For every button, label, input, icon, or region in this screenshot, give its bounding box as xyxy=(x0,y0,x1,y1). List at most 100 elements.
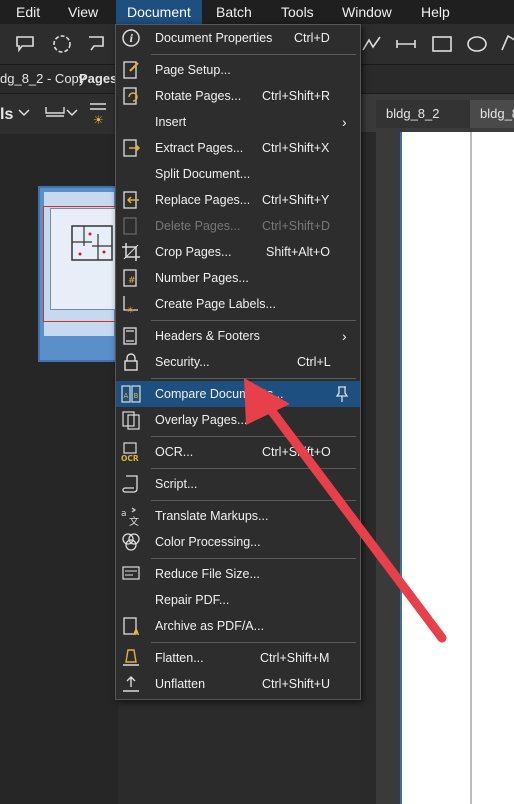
menu-batch[interactable]: Batch xyxy=(216,0,252,24)
callout2-tool-icon[interactable] xyxy=(86,32,110,56)
rectangle-tool-icon[interactable] xyxy=(430,32,454,56)
menu-separator xyxy=(151,436,356,437)
crop-icon xyxy=(122,243,140,261)
menu-separator xyxy=(151,642,356,643)
tab-bldg-8-2[interactable]: bldg_8_2 xyxy=(376,100,478,128)
menu-item-replace-pages[interactable]: Replace Pages... Ctrl+Shift+Y xyxy=(116,187,360,213)
menu-item-compare-documents[interactable]: AB Compare Documents... xyxy=(116,381,360,407)
page-thumbnail[interactable] xyxy=(38,186,120,362)
compare-icon: AB xyxy=(121,385,141,403)
callout-tool-icon[interactable] xyxy=(14,32,38,56)
polygon-tool-icon[interactable] xyxy=(498,32,514,56)
archive-pdfa-icon: A xyxy=(123,617,140,637)
reduce-size-icon xyxy=(122,566,140,580)
info-icon: i xyxy=(122,29,140,47)
menu-separator xyxy=(151,54,356,55)
menu-item-number-pages[interactable]: # Number Pages... xyxy=(116,265,360,291)
file-name: dg_8_2 - Copy xyxy=(0,71,86,86)
thumbnails-panel: ls ☀ xyxy=(0,94,120,804)
chevron-down-icon[interactable] xyxy=(18,108,30,118)
svg-text:B: B xyxy=(134,392,139,400)
number-pages-icon: # xyxy=(123,269,137,287)
menu-bar: Edit View Document Batch Tools Window He… xyxy=(0,0,514,24)
menu-item-delete-pages: Delete Pages... Ctrl+Shift+D xyxy=(116,213,360,239)
cloud-tool-icon[interactable] xyxy=(50,32,74,56)
delete-pages-icon xyxy=(123,217,137,235)
page-labels-icon: ☀ xyxy=(123,296,138,315)
menu-item-document-properties[interactable]: i Document Properties Ctrl+D xyxy=(116,25,360,51)
viewer-gutter xyxy=(360,132,376,804)
extract-pages-icon xyxy=(123,139,141,157)
thumbnail-options-icon[interactable]: ☀ xyxy=(88,100,108,126)
unflatten-icon xyxy=(123,676,139,692)
polyline-tool-icon[interactable] xyxy=(360,32,384,56)
menu-item-insert[interactable]: Insert › xyxy=(116,109,360,135)
page-edge xyxy=(400,132,402,804)
svg-text:☀: ☀ xyxy=(126,306,134,315)
page-setup-icon xyxy=(123,61,139,79)
lock-icon xyxy=(124,353,138,371)
svg-text:OCR: OCR xyxy=(121,454,139,463)
menu-document[interactable]: Document xyxy=(116,0,202,24)
svg-text:i: i xyxy=(130,34,134,45)
menu-separator xyxy=(151,500,356,501)
chevron-right-icon: › xyxy=(342,114,347,130)
pin-icon[interactable] xyxy=(335,385,349,403)
menu-separator xyxy=(151,378,356,379)
rotate-pages-icon xyxy=(123,87,138,105)
document-page[interactable] xyxy=(400,132,514,804)
menu-item-ocr[interactable]: OCR OCR... Ctrl+Shift+O xyxy=(116,439,360,465)
headers-footers-icon xyxy=(123,327,137,345)
floor-plan-drawing xyxy=(71,225,113,261)
svg-text:a: a xyxy=(121,509,127,519)
document-menu: i Document Properties Ctrl+D Page Setup.… xyxy=(115,24,361,700)
menu-item-crop-pages[interactable]: Crop Pages... Shift+Alt+O xyxy=(116,239,360,265)
overlay-icon xyxy=(122,411,140,430)
menu-view[interactable]: View xyxy=(68,0,98,24)
flatten-icon xyxy=(123,649,139,666)
panel-title: ls xyxy=(0,106,14,123)
document-viewer: bldg_8_2 bldg_8_ xyxy=(360,94,514,804)
page-split xyxy=(470,132,472,804)
menu-separator xyxy=(151,558,356,559)
ellipse-tool-icon[interactable] xyxy=(465,32,489,56)
menu-item-archive-pdfa[interactable]: A Archive as PDF/A... xyxy=(116,613,360,639)
replace-pages-icon xyxy=(123,191,139,209)
script-icon xyxy=(122,475,138,493)
chevron-down-icon[interactable] xyxy=(66,108,78,118)
menu-item-unflatten[interactable]: Unflatten Ctrl+Shift+U xyxy=(116,671,360,697)
svg-text:#: # xyxy=(128,276,136,286)
translate-icon: a文 xyxy=(121,507,139,527)
menu-item-headers-footers[interactable]: Headers & Footers › xyxy=(116,323,360,349)
menu-item-translate-markups[interactable]: a文 Translate Markups... xyxy=(116,503,360,529)
thumbnail-size-icon[interactable] xyxy=(44,104,66,120)
menu-window[interactable]: Window xyxy=(342,0,392,24)
dimension-tool-icon[interactable] xyxy=(394,32,418,56)
svg-text:A: A xyxy=(124,392,129,400)
menu-item-split-document[interactable]: Split Document... xyxy=(116,161,360,187)
menu-item-color-processing[interactable]: Color Processing... xyxy=(116,529,360,555)
chevron-right-icon: › xyxy=(342,328,347,344)
menu-edit[interactable]: Edit xyxy=(16,0,40,24)
menu-item-flatten[interactable]: Flatten... Ctrl+Shift+M xyxy=(116,645,360,671)
menu-item-security[interactable]: Security... Ctrl+L xyxy=(116,349,360,375)
menu-separator xyxy=(151,320,356,321)
menu-item-rotate-pages[interactable]: Rotate Pages... Ctrl+Shift+R xyxy=(116,83,360,109)
menu-item-create-page-labels[interactable]: ☀ Create Page Labels... xyxy=(116,291,360,317)
menu-item-reduce-file-size[interactable]: Reduce File Size... xyxy=(116,561,360,587)
tab-bldg-8-copy[interactable]: bldg_8_ xyxy=(470,100,514,128)
ocr-icon: OCR xyxy=(121,442,139,463)
menu-item-extract-pages[interactable]: Extract Pages... Ctrl+Shift+X xyxy=(116,135,360,161)
menu-item-script[interactable]: Script... xyxy=(116,471,360,497)
thumbnails-header: ls ☀ xyxy=(0,94,118,134)
menu-item-overlay-pages[interactable]: Overlay Pages... xyxy=(116,407,360,433)
menu-item-repair-pdf[interactable]: Repair PDF... xyxy=(116,587,360,613)
svg-text:☀: ☀ xyxy=(93,113,104,126)
menu-separator xyxy=(151,468,356,469)
svg-text:文: 文 xyxy=(129,515,139,527)
menu-help[interactable]: Help xyxy=(421,0,450,24)
color-processing-icon xyxy=(122,533,140,551)
menu-tools[interactable]: Tools xyxy=(281,0,314,24)
svg-text:A: A xyxy=(133,628,140,637)
menu-item-page-setup[interactable]: Page Setup... xyxy=(116,57,360,83)
